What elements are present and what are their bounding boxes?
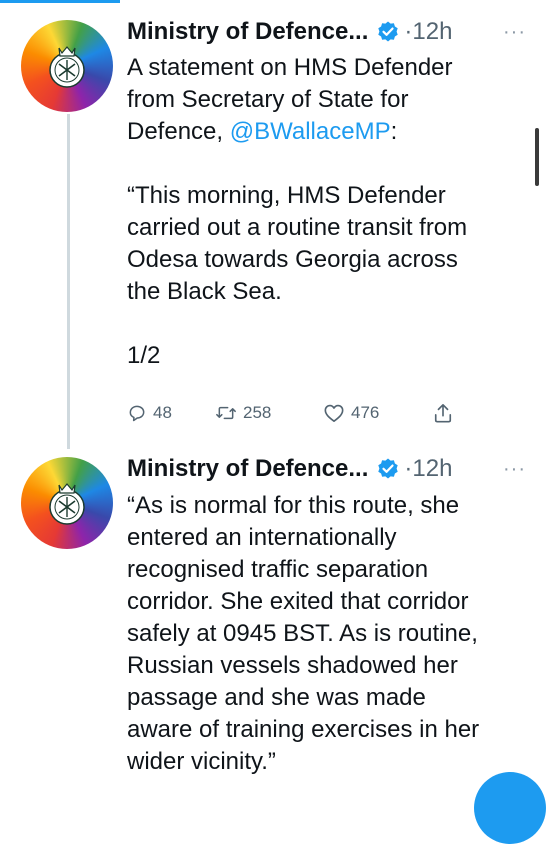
retweet-count: 258 [243, 403, 272, 422]
tweet-line: aware of training exercises in her [127, 716, 480, 743]
separator-dot: · [404, 18, 413, 45]
tweet-line: “As is normal for this route, she [127, 492, 460, 519]
tweet-line-text: : [390, 118, 398, 145]
tweet-line: A statement on HMS Defender [127, 54, 453, 81]
separator-dot: · [404, 455, 413, 482]
mod-crest-icon [49, 483, 85, 525]
mod-crest-icon [49, 46, 85, 88]
retweet-icon [216, 406, 236, 420]
tweet-text: “As is normal for this route, she entere… [127, 490, 527, 778]
tweet-line-text: Defence, [127, 118, 230, 145]
tweet-text: A statement on HMS Defender from Secreta… [127, 52, 527, 372]
tweet-line: recognised traffic separation [127, 556, 429, 583]
tweet-line: carried out a routine transit from [127, 214, 468, 241]
tweet-line: wider vicinity.” [127, 748, 276, 775]
more-options-icon[interactable]: ··· [503, 458, 526, 481]
avatar[interactable] [21, 20, 113, 112]
verified-icon [378, 458, 399, 479]
top-indicator [0, 0, 120, 3]
tweet-line-text: from Secretary of State for [127, 86, 409, 113]
tweet-line: from Secretary of State for [127, 84, 527, 116]
thread-connector-line [67, 114, 70, 449]
timestamp[interactable]: 12h [412, 18, 452, 46]
mention-link[interactable]: @BWallaceMP [230, 118, 391, 145]
share-icon [434, 404, 452, 423]
share-button[interactable] [433, 402, 453, 424]
author-name[interactable]: Ministry of Defence... [127, 18, 368, 46]
more-options-icon[interactable]: ··· [503, 21, 526, 44]
tweet-line: entered an internationally [127, 524, 397, 551]
timestamp[interactable]: 12h [412, 455, 452, 483]
thread-counter: 1/2 [127, 342, 161, 369]
tweet-line: the Black Sea. [127, 278, 282, 305]
tweet-line: corridor. She exited that corridor [127, 588, 469, 615]
verified-icon [378, 21, 399, 42]
tweet-line: Defence, @BWallaceMP: [127, 116, 527, 148]
compose-tweet-button[interactable] [474, 772, 546, 844]
reply-button[interactable]: 48 [127, 403, 215, 423]
like-icon [324, 404, 344, 422]
tweet-line: safely at 0945 BST. As is routine, [127, 620, 478, 647]
retweet-button[interactable]: 258 [215, 403, 323, 423]
author-name[interactable]: Ministry of Defence... [127, 455, 368, 483]
reply-count: 48 [153, 403, 172, 422]
like-count: 476 [351, 403, 380, 422]
tweet-line: Russian vessels shadowed her [127, 652, 458, 679]
tweet-header: Ministry of Defence... · 12h ··· [127, 452, 526, 486]
like-button[interactable]: 476 [323, 403, 433, 423]
tweet-line: Odesa towards Georgia across [127, 246, 458, 273]
tweet-line: passage and she was made [127, 684, 426, 711]
tweet-header: Ministry of Defence... · 12h ··· [127, 15, 526, 49]
tweet-line: “This morning, HMS Defender [127, 182, 446, 209]
scrollbar[interactable] [535, 128, 539, 186]
reply-icon [129, 405, 145, 422]
tweet-actions: 48 258 476 [127, 398, 467, 428]
avatar[interactable] [21, 457, 113, 549]
